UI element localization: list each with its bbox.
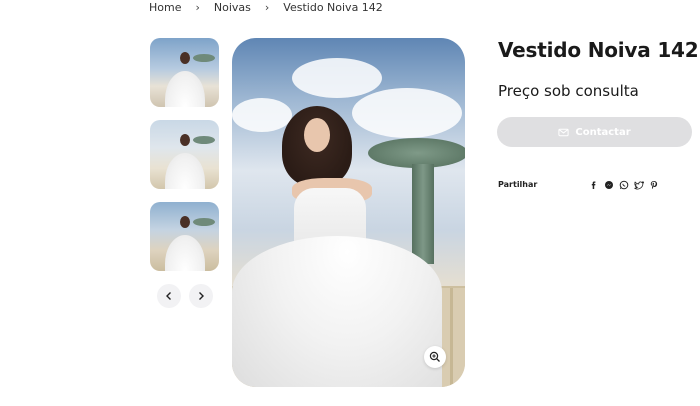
zoom-in-icon xyxy=(429,351,440,362)
thumbnail-1[interactable] xyxy=(150,38,219,107)
contact-button-label: Contactar xyxy=(575,126,631,138)
thumbnail-dress xyxy=(164,71,205,107)
facebook-icon[interactable] xyxy=(589,180,599,190)
thumbnail-fountain xyxy=(193,218,215,226)
messenger-icon[interactable] xyxy=(604,180,614,190)
contact-button[interactable]: Contactar xyxy=(497,117,692,147)
thumbnail-figure-head xyxy=(179,52,190,64)
breadcrumb-noivas[interactable]: Noivas xyxy=(214,1,251,14)
thumbnail-next-button[interactable] xyxy=(189,284,213,308)
breadcrumb-current: Vestido Noiva 142 xyxy=(283,1,383,14)
envelope-icon xyxy=(558,128,569,136)
thumbnail-prev-button[interactable] xyxy=(157,284,181,308)
breadcrumb: Home › Noivas › Vestido Noiva 142 xyxy=(149,1,383,14)
thumbnail-figure-head xyxy=(179,216,190,228)
image-fountain-stem xyxy=(412,164,434,264)
image-cloud xyxy=(232,98,292,132)
image-bride-face xyxy=(304,118,330,152)
share-icons xyxy=(589,180,659,190)
chevron-right-icon xyxy=(199,292,204,300)
thumbnail-figure-head xyxy=(179,134,190,146)
image-dress-skirt xyxy=(232,236,442,387)
thumbnail-navigation xyxy=(157,284,213,308)
thumbnail-3[interactable] xyxy=(150,202,219,271)
product-price: Preço sob consulta xyxy=(498,82,639,100)
breadcrumb-home[interactable]: Home xyxy=(149,1,181,14)
image-cloud xyxy=(292,58,382,98)
image-cloud xyxy=(352,88,462,138)
zoom-button[interactable] xyxy=(424,346,446,368)
thumbnail-dress xyxy=(164,235,205,271)
thumbnail-list xyxy=(150,38,220,284)
breadcrumb-separator: › xyxy=(264,1,270,14)
breadcrumb-separator: › xyxy=(195,1,200,14)
product-title: Vestido Noiva 142 xyxy=(498,38,699,62)
main-product-image[interactable] xyxy=(232,38,465,387)
thumbnail-fountain xyxy=(193,54,215,62)
whatsapp-icon[interactable] xyxy=(619,180,629,190)
thumbnail-fountain xyxy=(193,136,215,144)
thumbnail-2[interactable] xyxy=(150,120,219,189)
thumbnail-dress xyxy=(164,153,205,189)
chevron-left-icon xyxy=(166,292,171,300)
twitter-icon[interactable] xyxy=(634,180,644,190)
pinterest-icon[interactable] xyxy=(649,180,659,190)
share-label: Partilhar xyxy=(498,180,538,189)
